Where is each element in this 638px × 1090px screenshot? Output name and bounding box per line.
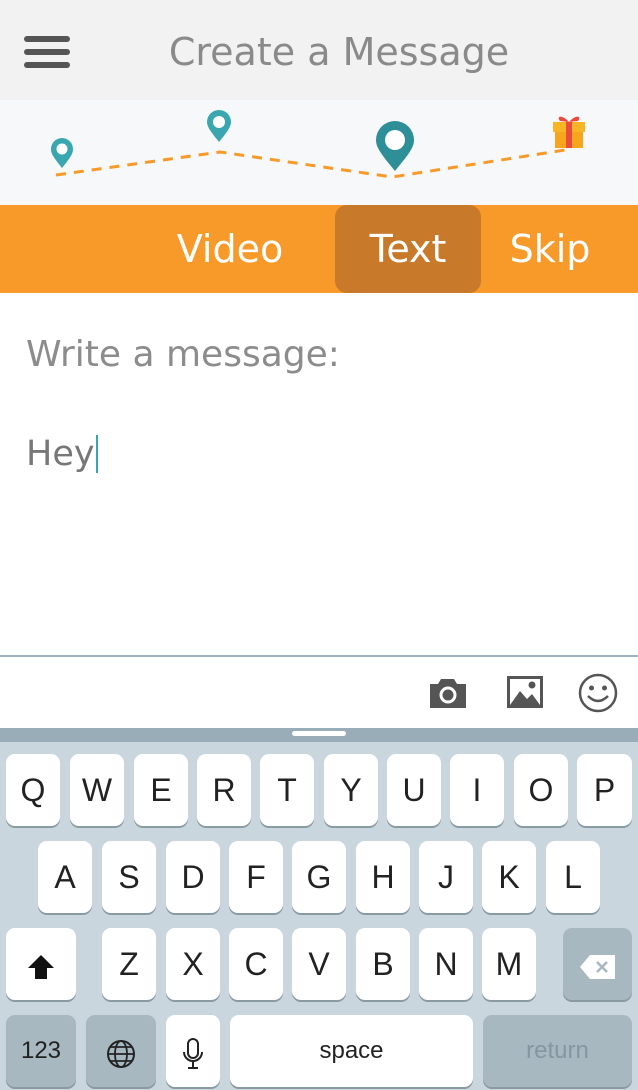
key-k[interactable]: K	[482, 841, 536, 913]
globe-key[interactable]	[86, 1015, 156, 1087]
key-s[interactable]: S	[102, 841, 156, 913]
app-header: Create a Message	[0, 0, 638, 100]
space-key[interactable]: space	[230, 1015, 473, 1087]
shift-key[interactable]	[6, 928, 76, 1000]
key-a[interactable]: A	[38, 841, 92, 913]
progress-path	[0, 100, 638, 205]
key-d[interactable]: D	[166, 841, 220, 913]
progress-dashed-line	[55, 148, 566, 179]
key-j[interactable]: J	[419, 841, 473, 913]
location-pin-icon	[51, 138, 73, 168]
key-r[interactable]: R	[197, 754, 251, 826]
emoji-icon[interactable]	[576, 671, 620, 715]
key-o[interactable]: O	[514, 754, 568, 826]
tab-text[interactable]: Text	[335, 205, 481, 293]
microphone-key[interactable]	[166, 1015, 220, 1087]
message-type-tabs: Video Text Skip	[0, 205, 638, 293]
gift-icon	[553, 116, 585, 148]
tab-video[interactable]: Video	[160, 205, 300, 293]
backspace-icon	[579, 954, 615, 979]
key-v[interactable]: V	[292, 928, 346, 1000]
attachment-bar	[0, 655, 638, 728]
key-y[interactable]: Y	[324, 754, 378, 826]
image-icon[interactable]	[503, 671, 547, 715]
key-m[interactable]: M	[482, 928, 536, 1000]
key-q[interactable]: Q	[6, 754, 60, 826]
message-text: Hey	[26, 434, 95, 474]
keyboard-handle[interactable]	[292, 731, 346, 736]
numbers-key[interactable]: 123	[6, 1015, 76, 1087]
hamburger-menu-icon[interactable]	[24, 36, 70, 70]
key-e[interactable]: E	[134, 754, 188, 826]
key-u[interactable]: U	[387, 754, 441, 826]
return-key[interactable]: return	[483, 1015, 632, 1087]
current-location-pin-icon	[376, 121, 414, 171]
key-x[interactable]: X	[166, 928, 220, 1000]
globe-icon	[107, 1039, 135, 1068]
key-h[interactable]: H	[356, 841, 410, 913]
location-pin-icon	[207, 110, 231, 142]
page-title: Create a Message	[168, 30, 510, 74]
key-t[interactable]: T	[260, 754, 314, 826]
text-caret	[95, 435, 98, 473]
microphone-icon	[183, 1037, 203, 1069]
shift-icon	[28, 954, 54, 979]
tab-skip[interactable]: Skip	[496, 205, 604, 293]
message-input[interactable]: Hey	[26, 434, 606, 484]
key-g[interactable]: G	[292, 841, 346, 913]
key-w[interactable]: W	[70, 754, 124, 826]
key-i[interactable]: I	[450, 754, 504, 826]
key-c[interactable]: C	[229, 928, 283, 1000]
key-l[interactable]: L	[546, 841, 600, 913]
compose-label: Write a message:	[26, 334, 340, 375]
key-z[interactable]: Z	[102, 928, 156, 1000]
delete-key[interactable]	[563, 928, 632, 1000]
key-f[interactable]: F	[229, 841, 283, 913]
key-n[interactable]: N	[419, 928, 473, 1000]
key-b[interactable]: B	[356, 928, 410, 1000]
key-p[interactable]: P	[577, 754, 632, 826]
camera-icon[interactable]	[426, 671, 470, 715]
on-screen-keyboard: Q W E R T Y U I O P A S D F G H J K L Z …	[0, 728, 638, 1090]
